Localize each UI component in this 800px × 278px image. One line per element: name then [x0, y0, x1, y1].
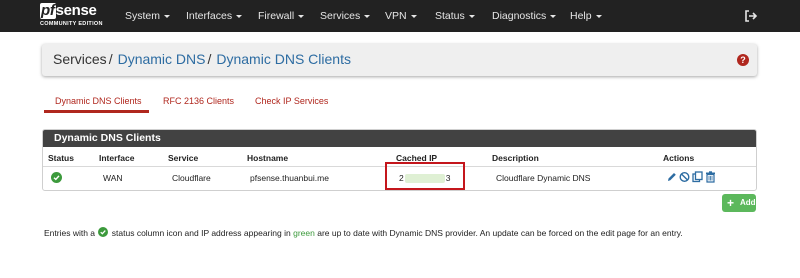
nav-help-menu[interactable]: Help — [570, 0, 602, 32]
row-description: Cloudflare Dynamic DNS — [496, 173, 591, 183]
caret-down-icon — [364, 14, 371, 18]
col-hostname-header: Hostname — [247, 153, 289, 163]
plus-icon: + — [727, 196, 735, 210]
nav-diagnostics-menu[interactable]: Diagnostics — [492, 0, 557, 32]
add-button[interactable]: + Add — [722, 194, 756, 212]
caret-down-icon — [410, 14, 417, 18]
help-icon[interactable]: ? — [737, 54, 749, 66]
breadcrumb-panel: Services / Dynamic DNS / Dynamic DNS Clients — [42, 44, 757, 76]
caret-down-icon — [468, 14, 475, 18]
trash-icon[interactable] — [705, 171, 716, 183]
col-actions-header: Actions — [663, 153, 695, 163]
tab-rfc2136-clients[interactable]: RFC 2136 Clients — [163, 93, 234, 113]
panel-title: Dynamic DNS Clients — [43, 130, 756, 147]
caret-down-icon — [298, 14, 305, 18]
row-service: Cloudflare — [172, 173, 211, 183]
top-navbar: pfsense COMMUNITY EDITION System Interfa… — [0, 0, 800, 32]
col-description-header: Description — [492, 153, 539, 163]
disable-icon[interactable] — [679, 171, 690, 183]
pfsense-logo[interactable]: pfsense COMMUNITY EDITION — [40, 3, 106, 29]
edit-pencil-icon[interactable] — [666, 171, 677, 183]
caret-down-icon — [550, 14, 557, 18]
nav-services-menu[interactable]: Services — [320, 0, 371, 32]
nav-firewall-menu[interactable]: Firewall — [258, 0, 305, 32]
nav-interfaces-menu[interactable]: Interfaces — [186, 0, 243, 32]
logout-icon[interactable] — [744, 9, 758, 23]
breadcrumb-section-link[interactable]: Dynamic DNS — [118, 51, 206, 67]
breadcrumb: Services / Dynamic DNS / Dynamic DNS Clients — [53, 51, 351, 67]
caret-down-icon — [236, 14, 243, 18]
row-hostname: pfsense.thuanbui.me — [250, 173, 329, 183]
check-circle-icon — [51, 172, 62, 183]
nav-vpn-menu[interactable]: VPN — [385, 0, 417, 32]
breadcrumb-root: Services — [53, 51, 107, 67]
cached-ip-highlight — [385, 162, 465, 190]
status-footnote: Entries with a status column icon and IP… — [44, 227, 683, 238]
caret-down-icon — [595, 14, 602, 18]
nav-status-menu[interactable]: Status — [435, 0, 475, 32]
copy-icon[interactable] — [692, 171, 703, 183]
nav-system-menu[interactable]: System — [125, 0, 171, 32]
row-interface: WAN — [103, 173, 123, 183]
tab-check-ip-services[interactable]: Check IP Services — [255, 93, 328, 113]
caret-down-icon — [164, 14, 171, 18]
tab-dynamic-dns-clients[interactable]: Dynamic DNS Clients — [44, 93, 149, 113]
logo-wordmark: pfsense — [40, 2, 97, 19]
col-service-header: Service — [168, 153, 199, 163]
logo-edition: COMMUNITY EDITION — [40, 21, 103, 27]
check-circle-icon — [98, 227, 109, 237]
breadcrumb-page-link[interactable]: Dynamic DNS Clients — [216, 51, 351, 67]
col-interface-header: Interface — [99, 153, 135, 163]
col-status-header: Status — [48, 153, 74, 163]
